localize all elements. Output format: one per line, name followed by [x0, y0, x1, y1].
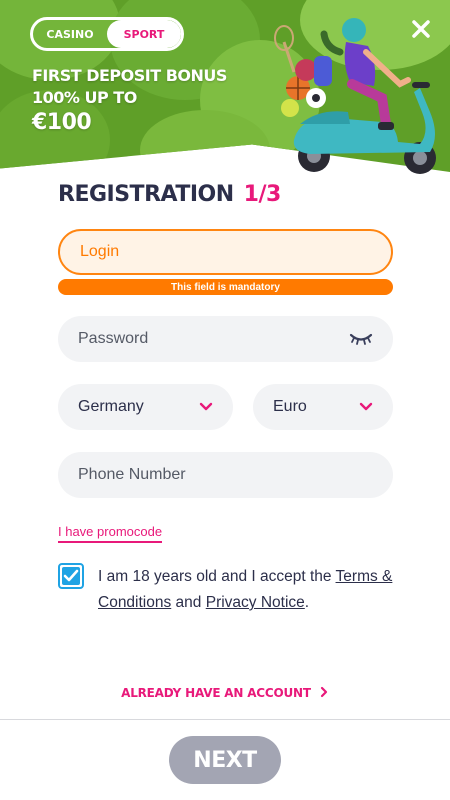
next-button[interactable]: NEXT — [169, 736, 281, 784]
checkmark-icon — [63, 569, 79, 582]
promocode-link[interactable]: I have promocode — [58, 524, 163, 543]
login-error-message: This field is mandatory — [58, 279, 393, 295]
close-button[interactable] — [408, 16, 434, 42]
footer-divider — [0, 719, 450, 720]
currency-value: Euro — [273, 398, 307, 415]
consent-middle: and — [171, 594, 206, 611]
password-field[interactable]: Password — [58, 316, 393, 362]
page-title: REGISTRATION 1/3 — [58, 178, 281, 210]
consent-text: I am 18 years old and I accept the Terms… — [98, 564, 398, 616]
step-indicator: 1/3 — [243, 181, 282, 207]
password-placeholder: Password — [78, 330, 149, 347]
login-field[interactable]: Login — [58, 229, 393, 275]
eye-closed-icon[interactable] — [349, 332, 373, 346]
casino-sport-toggle: CASINO SPORT — [30, 17, 184, 51]
currency-select[interactable]: Euro — [253, 384, 393, 430]
close-icon — [412, 20, 430, 38]
bonus-line-2: 100% UP TO — [32, 88, 137, 107]
consent-prefix: I am 18 years old and I accept the — [98, 568, 336, 585]
tab-casino[interactable]: CASINO — [33, 20, 107, 48]
chevron-down-icon — [199, 402, 213, 412]
phone-number-field[interactable]: Phone Number — [58, 452, 393, 498]
country-value: Germany — [78, 398, 144, 415]
already-have-account-label: ALREADY HAVE AN ACCOUNT — [121, 686, 311, 700]
tab-sport[interactable]: SPORT — [107, 20, 181, 48]
bonus-line-1: FIRST DEPOSIT BONUS — [32, 66, 227, 85]
privacy-link[interactable]: Privacy Notice — [206, 594, 305, 611]
consent-suffix: . — [304, 594, 310, 611]
chevron-down-icon — [359, 402, 373, 412]
already-have-account-link[interactable]: ALREADY HAVE AN ACCOUNT — [0, 686, 450, 700]
bonus-amount: €100 — [32, 110, 92, 135]
chevron-right-icon — [320, 686, 327, 698]
terms-checkbox[interactable] — [58, 563, 84, 589]
registration-title: REGISTRATION — [58, 181, 234, 207]
country-select[interactable]: Germany — [58, 384, 233, 430]
bonus-text: FIRST DEPOSIT BONUS 100% UP TO €100 — [32, 65, 227, 137]
checkbox-fill — [62, 567, 80, 585]
login-placeholder: Login — [80, 243, 120, 260]
phone-placeholder: Phone Number — [78, 466, 186, 483]
